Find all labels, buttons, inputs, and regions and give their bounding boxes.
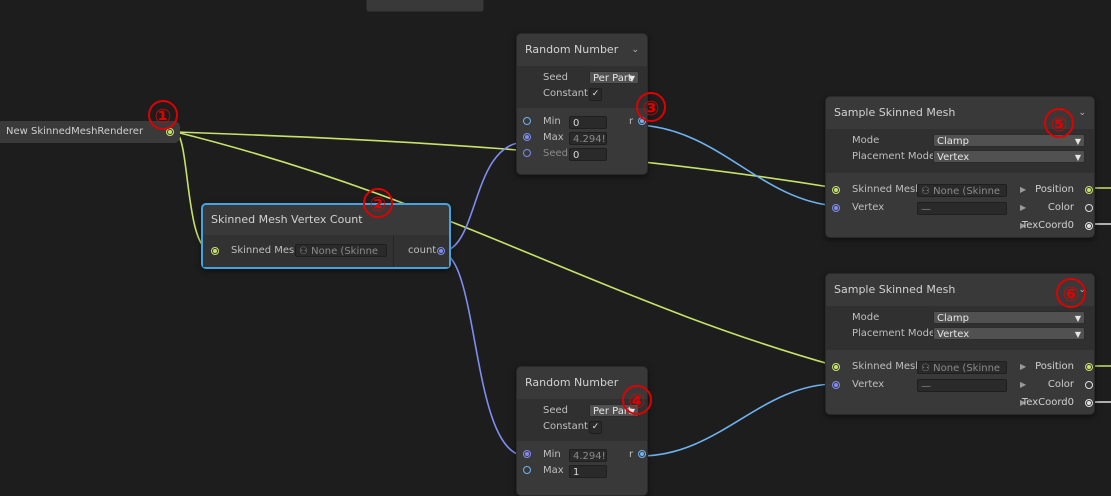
- seed-input-port[interactable]: [523, 149, 531, 157]
- skinned-mesh-object-field[interactable]: ⚇ None (Skinne: [917, 361, 1007, 374]
- seed-label: Seed: [543, 72, 568, 83]
- vertex-label: Vertex: [852, 379, 885, 390]
- mesh-icon: ⚇: [299, 246, 312, 257]
- placement-mode-label: Placement Mode: [852, 328, 936, 339]
- min-label: Min: [543, 116, 561, 127]
- chevron-down-icon[interactable]: ⌄: [631, 45, 639, 55]
- placement-mode-dropdown[interactable]: Vertex ▼: [933, 150, 1085, 163]
- wire-random-top-to-sample-top-vertex: [639, 124, 837, 207]
- placement-mode-label: Placement Mode: [852, 151, 936, 162]
- skinned-mesh-object-field[interactable]: ⚇ None (Skinne: [917, 184, 1007, 197]
- position-output-label: Position: [1035, 361, 1074, 372]
- chevron-down-icon[interactable]: ⌄: [1078, 108, 1086, 118]
- mesh-icon: ⚇: [921, 363, 934, 374]
- node-skinned-mesh-vertex-count[interactable]: Skinned Mesh Vertex Count Skinned Mesh ⚇…: [201, 203, 451, 269]
- color-output-label: Color: [1047, 379, 1074, 390]
- annotation-6: ⑥: [1056, 278, 1086, 308]
- constant-label: Constant: [543, 88, 588, 99]
- color-output-port[interactable]: [1085, 204, 1093, 212]
- vertex-input-port[interactable]: [832, 204, 840, 212]
- texcoord-output-port[interactable]: [1085, 222, 1093, 230]
- r-output-port[interactable]: [638, 450, 646, 458]
- max-field[interactable]: 1: [569, 465, 607, 478]
- max-input-port[interactable]: [523, 133, 531, 141]
- min-label: Min: [543, 449, 561, 460]
- constant-label: Constant: [543, 421, 588, 432]
- graph-toolbar[interactable]: [366, 0, 484, 12]
- seed-input-label: Seed: [543, 148, 568, 159]
- vertex-label: Vertex: [852, 202, 885, 213]
- mode-dropdown[interactable]: Clamp ▼: [933, 311, 1085, 324]
- node-title: Random Number: [525, 43, 619, 56]
- expand-arrow-icon[interactable]: ▶: [1020, 376, 1026, 394]
- constant-checkbox[interactable]: ✓: [589, 421, 602, 434]
- texcoord-output-label: TexCoord0: [1021, 220, 1074, 231]
- max-label: Max: [543, 465, 564, 476]
- node-title: Sample Skinned Mesh: [834, 283, 956, 296]
- color-output-port[interactable]: [1085, 381, 1093, 389]
- count-output-port[interactable]: [437, 247, 445, 255]
- skinned-mesh-input-port[interactable]: [832, 363, 840, 371]
- node-random-number-top[interactable]: Random Number ⌄ Seed Per Part ▼ Constant …: [516, 33, 648, 175]
- annotation-3: ③: [636, 92, 666, 122]
- count-label: count: [408, 245, 437, 256]
- annotation-4: ④: [622, 385, 652, 415]
- vertex-input-port[interactable]: [832, 381, 840, 389]
- expand-arrow-icon[interactable]: ▶: [1020, 181, 1026, 199]
- wire-count-to-random-top-max: [439, 141, 527, 253]
- node-title: Skinned Mesh Vertex Count: [211, 213, 363, 226]
- expand-arrow-icon[interactable]: ▶: [1020, 199, 1026, 217]
- annotation-5: ⑤: [1044, 108, 1074, 138]
- wire-context-to-sample-top: [175, 131, 837, 189]
- constant-checkbox[interactable]: ✓: [589, 88, 602, 101]
- node-random-number-bottom[interactable]: Random Number Seed Per Part ▼ Constant ✓ …: [516, 366, 648, 496]
- annotation-2: ②: [363, 188, 393, 218]
- skinned-mesh-label: Skinned Mesh: [852, 361, 922, 372]
- skinned-mesh-label: Skinned Mesh: [231, 245, 301, 256]
- mode-label: Mode: [852, 312, 880, 323]
- texcoord-output-label: TexCoord0: [1021, 397, 1074, 408]
- wire-count-to-random-bottom-min: [439, 251, 527, 457]
- color-output-label: Color: [1047, 202, 1074, 213]
- wire-random-bottom-to-sample-bottom-vertex: [639, 383, 837, 457]
- expand-arrow-icon[interactable]: ▶: [1020, 358, 1026, 376]
- skinned-mesh-label: Skinned Mesh: [852, 184, 922, 195]
- position-output-port[interactable]: [1085, 186, 1093, 194]
- min-field[interactable]: 4.294!: [569, 449, 607, 462]
- min-input-port[interactable]: [523, 117, 531, 125]
- skinned-mesh-object-field[interactable]: ⚇ None (Skinne: [295, 244, 387, 257]
- min-field[interactable]: 0: [569, 116, 607, 129]
- context-label: New SkinnedMeshRenderer: [6, 126, 144, 137]
- position-output-label: Position: [1035, 184, 1074, 195]
- seed-field[interactable]: 0: [569, 148, 607, 161]
- placement-mode-dropdown[interactable]: Vertex ▼: [933, 327, 1085, 340]
- node-sample-skinned-mesh-bottom[interactable]: Sample Skinned Mesh ⌄ Mode Clamp ▼ Placem…: [825, 273, 1095, 415]
- skinned-mesh-input-port[interactable]: [211, 247, 219, 255]
- vertex-field[interactable]: —: [917, 379, 1007, 392]
- vertex-field[interactable]: —: [917, 202, 1007, 215]
- seed-label: Seed: [543, 405, 568, 416]
- mode-label: Mode: [852, 135, 880, 146]
- position-output-port[interactable]: [1085, 363, 1093, 371]
- mesh-icon: ⚇: [921, 186, 934, 197]
- r-label: r: [629, 449, 634, 460]
- seed-dropdown[interactable]: Per Part ▼: [589, 71, 639, 84]
- annotation-1: ①: [148, 100, 178, 130]
- skinned-mesh-input-port[interactable]: [832, 186, 840, 194]
- max-input-port[interactable]: [523, 466, 531, 474]
- texcoord-output-port[interactable]: [1085, 399, 1093, 407]
- r-label: r: [629, 116, 634, 127]
- max-label: Max: [543, 132, 564, 143]
- min-input-port[interactable]: [523, 450, 531, 458]
- max-field[interactable]: 4.294!: [569, 132, 607, 145]
